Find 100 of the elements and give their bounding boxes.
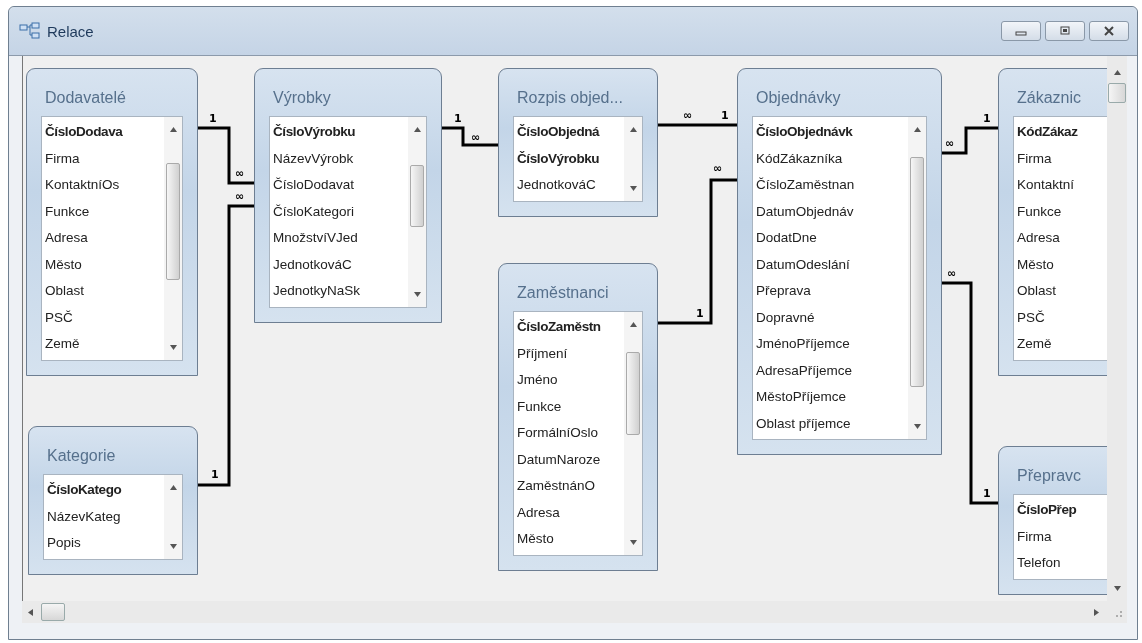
field-name[interactable]: MěstoPříjemce bbox=[756, 384, 847, 411]
relationship-line[interactable] bbox=[198, 204, 254, 487]
minimize-button[interactable] bbox=[1001, 21, 1041, 41]
field-name[interactable]: ČísloObjedná bbox=[517, 119, 600, 146]
scroll-thumb[interactable] bbox=[410, 165, 424, 228]
field-name[interactable]: Město bbox=[517, 526, 554, 553]
scroll-thumb[interactable] bbox=[41, 603, 65, 621]
scroll-arrow-icon[interactable] bbox=[168, 483, 178, 492]
field-name[interactable]: Přeprava bbox=[756, 278, 811, 305]
table-window[interactable]: Dodavatelé ČísloDodava Firma KontaktníOs Funkce Adresa Město Oblast PSČ Země bbox=[26, 68, 198, 376]
field-name[interactable]: JednotkováC bbox=[273, 251, 352, 278]
scroll-arrow-icon[interactable] bbox=[1112, 68, 1122, 77]
field-name[interactable]: Země bbox=[45, 331, 80, 358]
scroll-arrow-icon[interactable] bbox=[168, 125, 178, 134]
list-scrollbar[interactable] bbox=[624, 117, 642, 201]
field-name[interactable]: KódZákaz bbox=[1017, 119, 1078, 146]
scroll-arrow-icon[interactable] bbox=[412, 125, 422, 134]
field-name[interactable]: ČísloZaměstn bbox=[517, 314, 601, 341]
scroll-arrow-icon[interactable] bbox=[1112, 584, 1122, 593]
scroll-arrow-icon[interactable] bbox=[412, 289, 422, 299]
field-name[interactable]: MnožstvíVJed bbox=[273, 225, 358, 252]
field-name[interactable]: ČísloPřep bbox=[1017, 497, 1077, 524]
field-name[interactable]: ČísloVýrobku bbox=[273, 119, 356, 146]
relationship-line[interactable] bbox=[942, 281, 998, 505]
table-window[interactable]: Rozpis objed... ČísloObjedná ČísloVýrobku JednotkováC bbox=[498, 68, 658, 217]
field-name[interactable]: JménoPříjemce bbox=[756, 331, 850, 358]
field-name[interactable]: DodatDne bbox=[756, 225, 817, 252]
field-name[interactable]: ČísloDodavat bbox=[273, 172, 355, 199]
list-scrollbar[interactable] bbox=[908, 117, 926, 439]
field-name[interactable]: Telefon bbox=[1017, 550, 1061, 577]
table-window[interactable]: Výrobky ČísloVýrobku NázevVýrobk ČísloDodavat ČísloKategori MnožstvíVJed JednotkováC JednotkyNaSk bbox=[254, 68, 442, 323]
field-name[interactable]: ZaměstnánO bbox=[517, 473, 596, 500]
scroll-arrow-icon[interactable] bbox=[168, 342, 178, 352]
field-name[interactable]: AdresaPříjemce bbox=[756, 357, 853, 384]
field-name[interactable]: Popis bbox=[47, 530, 81, 557]
field-name[interactable]: ČísloDodava bbox=[45, 119, 123, 146]
list-scrollbar[interactable] bbox=[164, 117, 182, 360]
vertical-scrollbar[interactable] bbox=[1107, 56, 1127, 601]
horizontal-scrollbar[interactable] bbox=[22, 601, 1127, 623]
scroll-thumb[interactable] bbox=[626, 351, 640, 436]
field-name[interactable]: PSČ bbox=[45, 304, 73, 331]
field-name[interactable]: DatumOdeslání bbox=[756, 251, 850, 278]
scroll-thumb[interactable] bbox=[166, 163, 180, 280]
table-window[interactable]: Zaměstnanci ČísloZaměstn Příjmení Jméno Funkce FormálníOslo DatumNaroze ZaměstnánO Adresa Město bbox=[498, 263, 658, 571]
field-name[interactable]: KódZákazníka bbox=[756, 145, 843, 172]
relationship-line[interactable] bbox=[198, 126, 254, 185]
list-scrollbar[interactable] bbox=[164, 475, 182, 559]
relationship-line[interactable] bbox=[658, 178, 737, 325]
table-window[interactable]: Zákaznic KódZákaz Firma Kontaktní Funkce Adresa Město Oblast PSČ Země bbox=[998, 68, 1107, 376]
field-name[interactable]: KontaktníOs bbox=[45, 172, 120, 199]
field-name[interactable]: Firma bbox=[45, 145, 80, 172]
field-name[interactable]: ČísloKategori bbox=[273, 198, 355, 225]
field-name[interactable]: Adresa bbox=[45, 225, 88, 252]
field-name[interactable]: ČísloVýrobku bbox=[517, 145, 600, 172]
field-name[interactable]: Firma bbox=[1017, 145, 1052, 172]
scroll-thumb[interactable] bbox=[1108, 83, 1126, 103]
field-name[interactable]: ČísloObjednávk bbox=[756, 119, 853, 146]
field-name[interactable]: Kontaktní bbox=[1017, 172, 1075, 199]
field-name[interactable]: Oblast příjemce bbox=[756, 410, 851, 437]
scroll-arrow-icon[interactable] bbox=[628, 537, 638, 547]
field-name[interactable]: NázevKateg bbox=[47, 503, 121, 530]
field-name[interactable]: DatumNaroze bbox=[517, 446, 601, 473]
field-name[interactable]: FormálníOslo bbox=[517, 420, 599, 447]
field-name[interactable]: ČísloZaměstnan bbox=[756, 172, 855, 199]
relationship-line[interactable] bbox=[942, 126, 998, 155]
list-scrollbar[interactable] bbox=[624, 312, 642, 555]
table-window[interactable]: Objednávky ČísloObjednávk KódZákazníka ČísloZaměstnan DatumObjednáv DodatDne DatumOdeslání Přeprava Dopravné JménoPříjemce AdresaPříjemce MěstoPříjemce Oblast příjemce bbox=[737, 68, 942, 455]
field-name[interactable]: Funkce bbox=[517, 393, 562, 420]
field-name[interactable]: Funkce bbox=[1017, 198, 1062, 225]
field-name[interactable]: DatumObjednáv bbox=[756, 198, 854, 225]
field-name[interactable]: JednotkováC bbox=[517, 172, 596, 199]
field-name[interactable]: Příjmení bbox=[517, 340, 568, 367]
scroll-arrow-icon[interactable] bbox=[168, 541, 178, 551]
scroll-arrow-icon[interactable] bbox=[628, 125, 638, 134]
restore-button[interactable] bbox=[1045, 21, 1085, 41]
field-name[interactable]: ČísloKatego bbox=[47, 477, 122, 504]
table-window[interactable]: Kategorie ČísloKatego NázevKateg Popis bbox=[28, 426, 198, 575]
scroll-arrow-icon[interactable] bbox=[912, 125, 922, 134]
field-name[interactable]: Oblast bbox=[45, 278, 85, 305]
field-name[interactable]: Země bbox=[1017, 331, 1052, 358]
field-name[interactable]: JednotkyNaSk bbox=[273, 278, 361, 305]
field-name[interactable]: Jméno bbox=[517, 367, 558, 394]
list-scrollbar[interactable] bbox=[408, 117, 426, 307]
field-name[interactable]: Firma bbox=[1017, 523, 1052, 550]
field-name[interactable]: Funkce bbox=[45, 198, 90, 225]
field-name[interactable]: PSČ bbox=[1017, 304, 1045, 331]
field-name[interactable]: Adresa bbox=[1017, 225, 1060, 252]
field-name[interactable]: Adresa bbox=[517, 499, 560, 526]
scroll-arrow-icon[interactable] bbox=[628, 320, 638, 329]
field-name[interactable]: Oblast bbox=[1017, 278, 1057, 305]
scroll-thumb[interactable] bbox=[910, 157, 924, 388]
scroll-arrow-icon[interactable] bbox=[912, 422, 922, 431]
scroll-arrow-icon[interactable] bbox=[1092, 607, 1101, 617]
table-window[interactable]: Přepravc ČísloPřep Firma Telefon bbox=[998, 446, 1107, 595]
scroll-arrow-icon[interactable] bbox=[26, 607, 35, 617]
relationship-line[interactable] bbox=[442, 126, 498, 147]
close-button[interactable] bbox=[1089, 21, 1129, 41]
field-name[interactable]: Město bbox=[1017, 251, 1054, 278]
scroll-arrow-icon[interactable] bbox=[628, 183, 638, 193]
field-name[interactable]: NázevVýrobk bbox=[273, 145, 354, 172]
